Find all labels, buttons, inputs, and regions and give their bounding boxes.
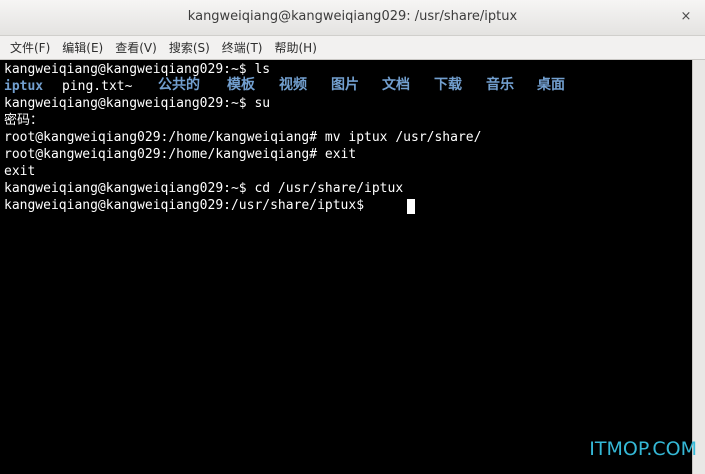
menu-bar: 文件(F) 编辑(E) 查看(V) 搜索(S) 终端(T) 帮助(H) — [0, 36, 705, 60]
terminal-line: kangweiqiang@kangweiqiang029:~$ ls — [4, 62, 271, 77]
window-title: kangweiqiang@kangweiqiang029: /usr/share… — [187, 9, 518, 24]
menu-file[interactable]: 文件(F) — [4, 39, 56, 56]
terminal-line: kangweiqiang@kangweiqiang029:~$ su — [4, 96, 271, 111]
terminal-line: kangweiqiang@kangweiqiang029:~$ cd /usr/… — [4, 181, 404, 196]
menu-view[interactable]: 查看(V) — [109, 39, 163, 56]
terminal-scrollbar[interactable] — [692, 60, 705, 474]
terminal-line: 密码： — [4, 113, 44, 128]
title-bar[interactable]: kangweiqiang@kangweiqiang029: /usr/share… — [0, 0, 705, 36]
menu-help[interactable]: 帮助(H) — [269, 39, 323, 56]
ls-entry-documents: 文档 — [382, 77, 410, 93]
ls-entry-desktop: 桌面 — [537, 77, 565, 93]
terminal-line: exit — [4, 164, 36, 179]
close-button[interactable]: × — [677, 8, 695, 26]
ls-entry-templates: 模板 — [227, 77, 255, 93]
menu-search[interactable]: 搜索(S) — [163, 39, 216, 56]
terminal-line: root@kangweiqiang029:/home/kangweiqiang#… — [4, 130, 482, 145]
watermark-text: ITMOP.COM — [589, 438, 697, 460]
terminal-area[interactable]: kangweiqiang@kangweiqiang029:~$ ls iptux… — [0, 60, 692, 474]
terminal-prompt: kangweiqiang@kangweiqiang029:/usr/share/… — [4, 198, 372, 213]
ls-entry-music: 音乐 — [486, 77, 514, 93]
terminal-cursor — [407, 199, 415, 214]
ls-entry-videos: 视频 — [279, 77, 307, 93]
terminal-window: kangweiqiang@kangweiqiang029: /usr/share… — [0, 0, 705, 474]
menu-terminal[interactable]: 终端(T) — [216, 39, 269, 56]
ls-entry-iptux: iptux — [4, 79, 44, 94]
ls-entry-downloads: 下载 — [434, 77, 462, 93]
ls-entry-public: 公共的 — [158, 77, 200, 93]
terminal-line: root@kangweiqiang029:/home/kangweiqiang#… — [4, 147, 357, 162]
ls-entry-pictures: 图片 — [331, 77, 359, 93]
ls-entry-ping-txt: ping.txt~ — [62, 79, 133, 94]
menu-edit[interactable]: 编辑(E) — [56, 39, 109, 56]
